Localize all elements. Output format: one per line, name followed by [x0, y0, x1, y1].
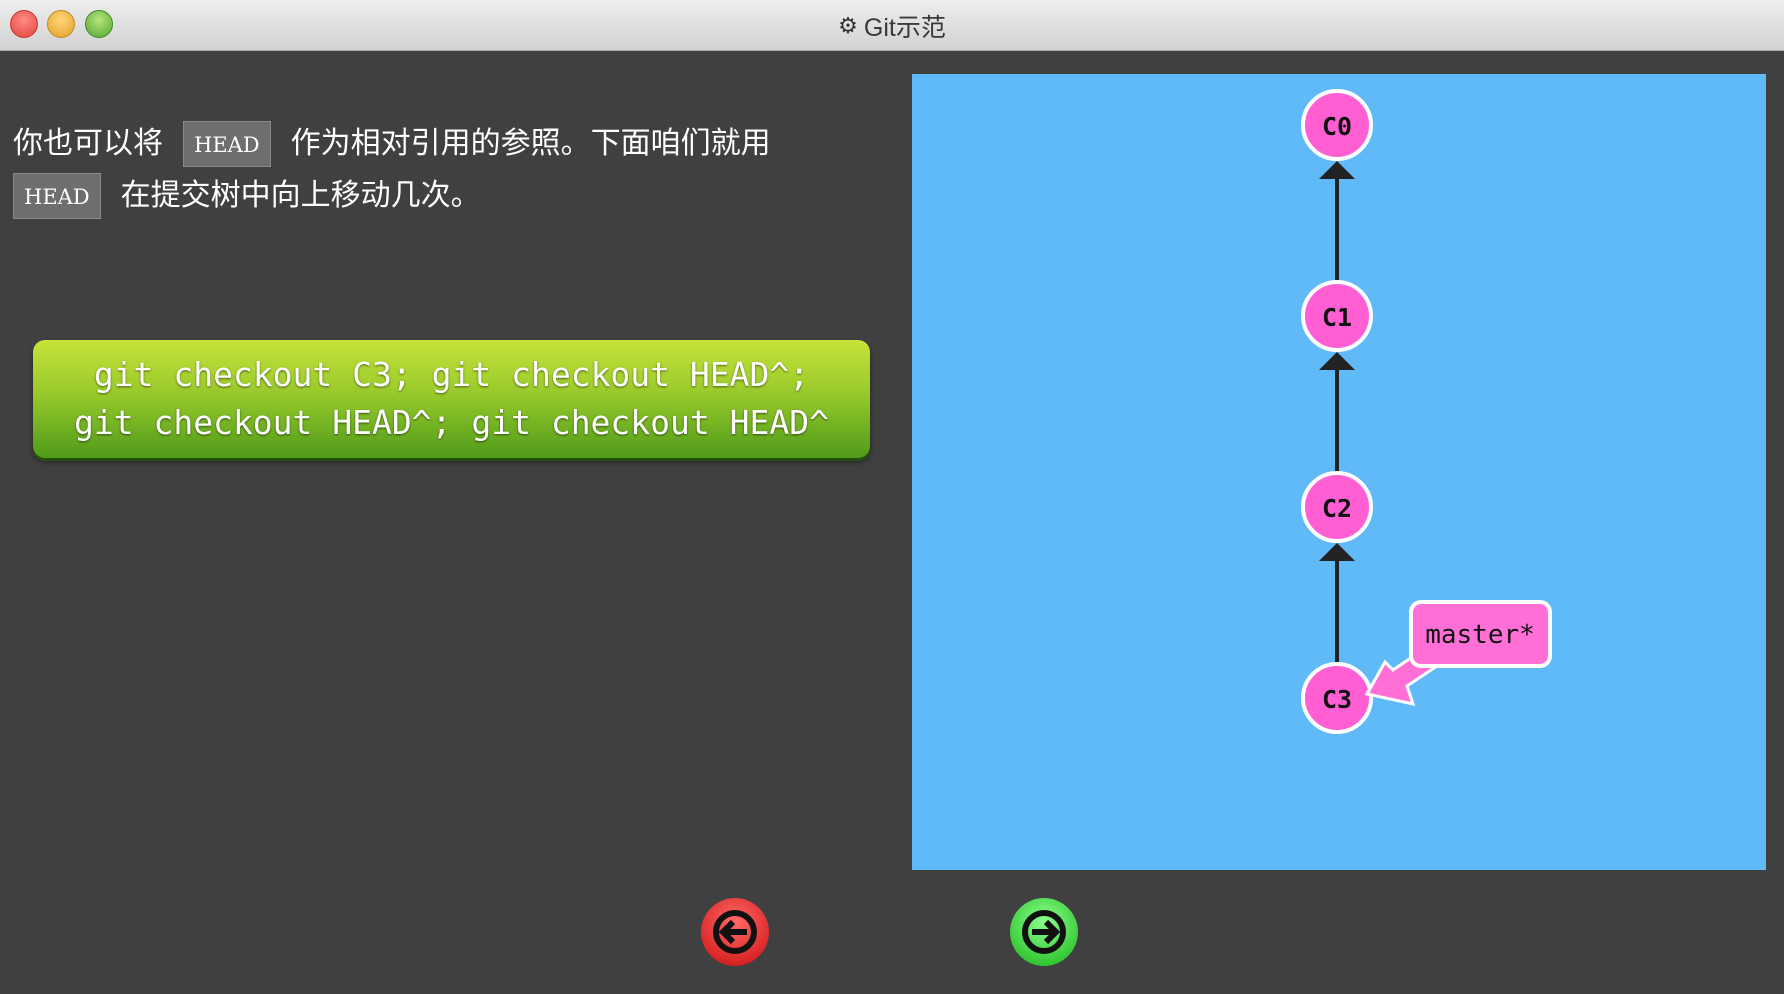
- commit-tree-graphic: C0 C1 C2 C3 master*: [1301, 89, 1552, 734]
- edge-arrowhead: [1319, 543, 1355, 561]
- intro-text-part: 作为相对引用的参照。下面咱们就用: [290, 126, 771, 161]
- intro-line-2: HEAD 在提交树中向上移动几次。: [13, 170, 873, 222]
- commit-label: C2: [1322, 494, 1352, 523]
- intro-text: 你也可以将 HEAD 作为相对引用的参照。下面咱们就用 HEAD 在提交树中向上…: [13, 118, 873, 222]
- intro-text-part: 在提交树中向上移动几次。: [120, 178, 481, 213]
- commit-label: C0: [1322, 112, 1352, 141]
- arrow-left-icon: [701, 898, 769, 966]
- run-command-button[interactable]: git checkout C3; git checkout HEAD^; git…: [33, 340, 870, 458]
- intro-text-part: 你也可以将: [13, 126, 163, 161]
- title-bar: ⚙ Git示范: [0, 0, 1784, 51]
- branch-label: master*: [1425, 620, 1535, 650]
- window-title: Git示范: [863, 13, 946, 42]
- edge-arrowhead: [1319, 352, 1355, 370]
- edge-arrowhead: [1319, 161, 1355, 179]
- commit-label: C1: [1322, 303, 1352, 332]
- next-button[interactable]: [1008, 896, 1080, 968]
- intro-line-1: 你也可以将 HEAD 作为相对引用的参照。下面咱们就用: [13, 118, 873, 170]
- gear-icon: ⚙: [838, 12, 858, 38]
- head-code-tag: HEAD: [13, 173, 101, 219]
- commit-label: C3: [1322, 685, 1352, 714]
- app-window: ⚙ Git示范 你也可以将 HEAD 作为相对引用的参照。下面咱们就用 HEAD…: [0, 0, 1784, 994]
- window-title-area: ⚙ Git示范: [0, 0, 1784, 51]
- head-code-tag: HEAD: [183, 121, 271, 167]
- command-text: git checkout C3; git checkout HEAD^; git…: [74, 355, 829, 442]
- arrow-right-icon: [1010, 898, 1078, 966]
- commit-tree-canvas: C0 C1 C2 C3 master*: [912, 74, 1766, 870]
- previous-button[interactable]: [699, 896, 771, 968]
